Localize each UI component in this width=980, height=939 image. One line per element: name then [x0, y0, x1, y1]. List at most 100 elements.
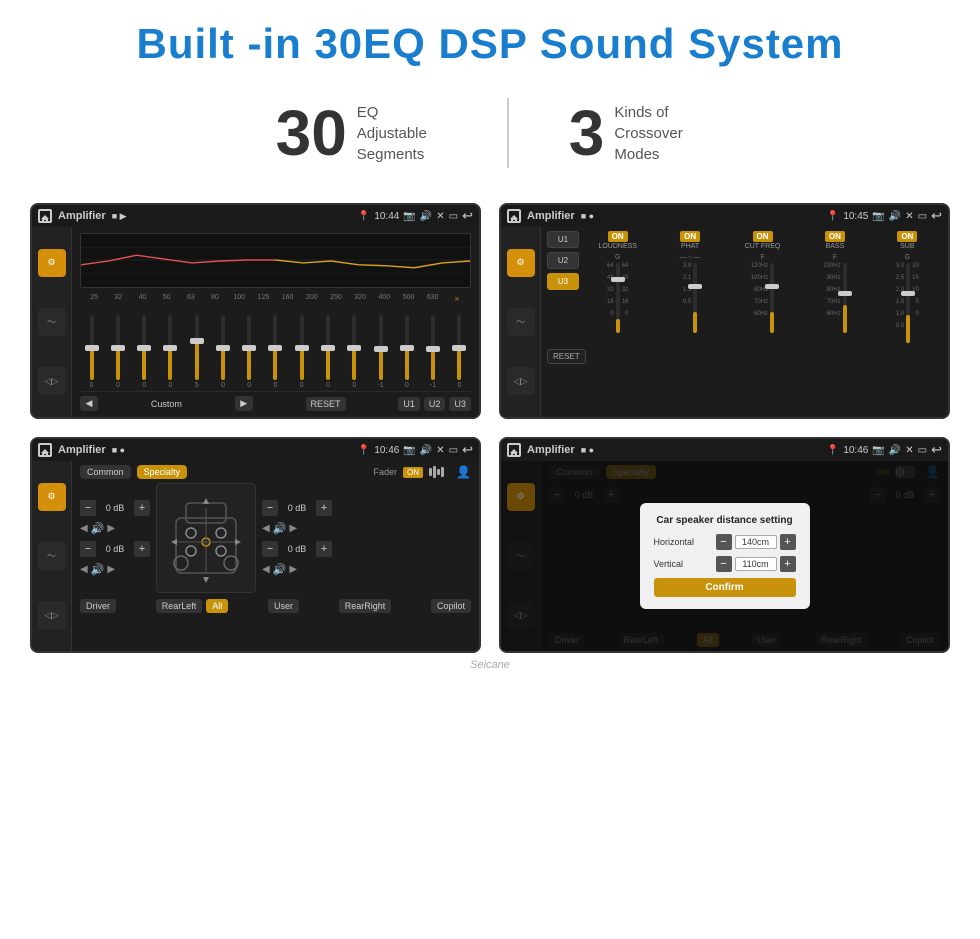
dialog-location-icon: 📍 — [827, 445, 839, 456]
slider-12[interactable]: -1 — [369, 315, 392, 389]
eq-back-icon[interactable]: ↩ — [462, 208, 473, 224]
dialog-camera-icon: 📷 — [872, 445, 884, 456]
speaker-top-row: Common Specialty Fader ON 👤 — [80, 465, 471, 479]
dialog-screen: Amplifier ■ ● 📍 10:46 📷 🔊 ✕ ▭ ↩ ⚙ 〜 ◁ — [499, 437, 950, 653]
slider-9[interactable]: 0 — [290, 315, 313, 389]
speaker-rearleft-btn[interactable]: RearLeft — [156, 599, 203, 613]
crossover-reset-btn[interactable]: RESET — [547, 349, 586, 364]
speaker-icon-row-3: ◀ 🔊 ▶ — [262, 522, 332, 535]
eq-reset-btn[interactable]: RESET — [306, 397, 346, 411]
slider-13[interactable]: 0 — [395, 315, 418, 389]
speaker-fader-on[interactable]: ON — [403, 467, 423, 478]
speaker-user-btn[interactable]: User — [268, 599, 299, 613]
speaker-save-icon: ■ ● — [112, 445, 125, 455]
channel-sub-slider[interactable] — [906, 263, 910, 343]
channel-loudness-on[interactable]: ON — [608, 231, 628, 242]
channel-bass-slider[interactable] — [843, 263, 847, 333]
speaker-driver-btn[interactable]: Driver — [80, 599, 116, 613]
dialog-save-icon: ■ ● — [581, 445, 594, 455]
channel-cutfreq-nums: 120Hz100Hz80Hz70Hz60Hz — [751, 263, 768, 317]
confirm-button[interactable]: Confirm — [654, 578, 796, 597]
channel-cutfreq-on[interactable]: ON — [753, 231, 773, 242]
slider-1[interactable]: 0 — [80, 315, 103, 389]
crossover-window-icon: ▭ — [918, 211, 927, 222]
slider-4[interactable]: 0 — [159, 315, 182, 389]
slider-8[interactable]: 0 — [264, 315, 287, 389]
eq-u1-btn[interactable]: U1 — [398, 397, 420, 411]
eq-sidebar-vol-btn[interactable]: ◁▷ — [38, 367, 66, 395]
preset-u1[interactable]: U1 — [547, 231, 579, 248]
slider-11[interactable]: 0 — [343, 315, 366, 389]
eq-u3-btn[interactable]: U3 — [449, 397, 471, 411]
dialog-home-icon[interactable] — [507, 443, 521, 457]
slider-3[interactable]: 0 — [133, 315, 156, 389]
speaker-sidebar-btn3[interactable]: ◁▷ — [38, 601, 66, 629]
eq-prev-btn[interactable]: ◀ — [80, 396, 98, 411]
dialog-vertical-plus[interactable]: + — [780, 556, 796, 572]
channel-sub-on[interactable]: ON — [897, 231, 917, 242]
home-icon[interactable] — [38, 209, 52, 223]
channel-phat-on[interactable]: ON — [680, 231, 700, 242]
slider-15[interactable]: 0 — [448, 315, 471, 389]
crossover-sidebar-btn2[interactable]: 〜 — [507, 308, 535, 336]
slider-2[interactable]: 0 — [106, 315, 129, 389]
speaker-sidebar-btn2[interactable]: 〜 — [38, 542, 66, 570]
slider-10[interactable]: 0 — [316, 315, 339, 389]
crossover-home-icon[interactable] — [507, 209, 521, 223]
dialog-horizontal-plus[interactable]: + — [780, 534, 796, 550]
speaker-db1-plus[interactable]: + — [134, 500, 150, 516]
crossover-sidebar-btn1[interactable]: ⚙ — [507, 249, 535, 277]
speaker-db1-minus[interactable]: − — [80, 500, 96, 516]
eq-sidebar-eq-btn[interactable]: ⚙ — [38, 249, 66, 277]
speaker-specialty-tab[interactable]: Specialty — [137, 465, 188, 479]
crossover-back-icon[interactable]: ↩ — [931, 208, 942, 224]
speaker-sidebar-btn1[interactable]: ⚙ — [38, 483, 66, 511]
slider-5[interactable]: 5 — [185, 315, 208, 389]
dialog-horizontal-minus[interactable]: − — [716, 534, 732, 550]
speaker-sound-icon: 🔊 — [420, 445, 432, 456]
speaker-arrow-right4: ▶ — [289, 564, 297, 575]
channel-loudness-slider[interactable] — [616, 263, 620, 333]
dialog-back-icon[interactable]: ↩ — [931, 442, 942, 458]
eq-sidebar-wave-btn[interactable]: 〜 — [38, 308, 66, 336]
speaker-db3-minus[interactable]: − — [262, 500, 278, 516]
speaker-arrow-left1: ◀ — [80, 523, 88, 534]
speaker-db4-plus[interactable]: + — [316, 541, 332, 557]
slider-7[interactable]: 0 — [238, 315, 261, 389]
preset-buttons: U1 U2 U3 — [547, 231, 579, 290]
crossover-sidebar-btn3[interactable]: ◁▷ — [507, 367, 535, 395]
channel-cutfreq-slider[interactable] — [770, 263, 774, 333]
page-wrapper: Built -in 30EQ DSP Sound System 30 EQ Ad… — [0, 0, 980, 701]
speaker-db2-minus[interactable]: − — [80, 541, 96, 557]
speaker-db4-minus[interactable]: − — [262, 541, 278, 557]
channel-sub: ON SUB G 3.02.52.01.51.00.5 — [873, 231, 942, 343]
slider-6[interactable]: 0 — [211, 315, 234, 389]
speaker-all-btn[interactable]: All — [206, 599, 228, 613]
speaker-location-icon: 📍 — [358, 445, 370, 456]
speaker-home-icon[interactable] — [38, 443, 52, 457]
speaker-db2-plus[interactable]: + — [134, 541, 150, 557]
speaker-rearright-btn[interactable]: RearRight — [339, 599, 392, 613]
speaker-arrow-left4: ◀ — [262, 564, 270, 575]
speaker-db-row-3: − 0 dB + — [262, 500, 332, 516]
eq-play-btn[interactable]: ▶ — [235, 396, 253, 411]
speaker-db4-value: 0 dB — [282, 544, 312, 554]
speaker-status-right: 📍 10:46 📷 🔊 ✕ ▭ ↩ — [358, 442, 473, 458]
speaker-camera-icon: 📷 — [403, 445, 415, 456]
speaker-copilot-btn[interactable]: Copilot — [431, 599, 471, 613]
speaker-back-icon[interactable]: ↩ — [462, 442, 473, 458]
slider-14[interactable]: -1 — [421, 315, 444, 389]
channel-loudness-nums: 644832160 — [607, 263, 614, 317]
dialog-vertical-minus[interactable]: − — [716, 556, 732, 572]
preset-u3[interactable]: U3 — [547, 273, 579, 290]
crossover-screen-content: ⚙ 〜 ◁▷ U1 U2 U3 — [501, 227, 948, 417]
eq-preset-group: U1 U2 U3 — [398, 397, 471, 411]
channel-phat-slider[interactable] — [693, 263, 697, 333]
eq-u2-btn[interactable]: U2 — [424, 397, 446, 411]
speaker-common-tab[interactable]: Common — [80, 465, 131, 479]
fader-bars — [429, 466, 444, 478]
preset-u2[interactable]: U2 — [547, 252, 579, 269]
eq-screen-content: ⚙ 〜 ◁▷ — [32, 227, 479, 417]
speaker-db3-plus[interactable]: + — [316, 500, 332, 516]
channel-bass-on[interactable]: ON — [825, 231, 845, 242]
